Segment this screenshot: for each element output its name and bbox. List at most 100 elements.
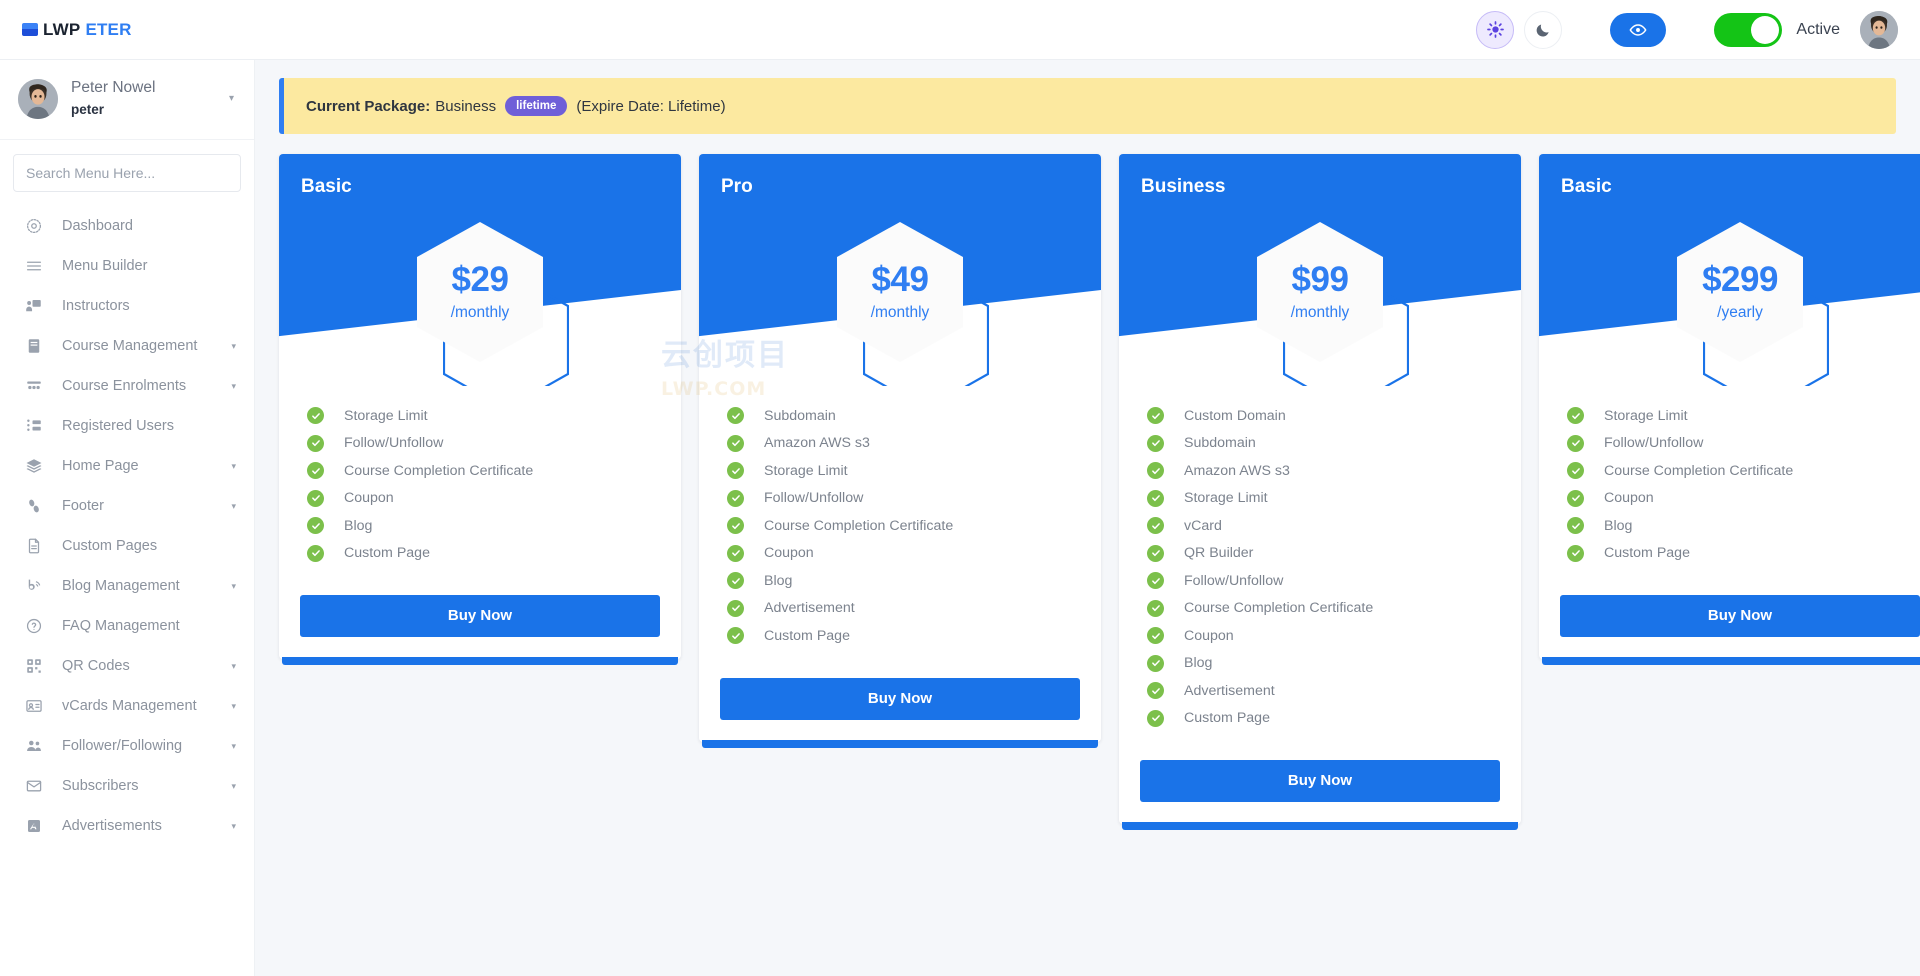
feature-item: Custom Page <box>279 540 681 568</box>
feature-label: Custom Page <box>764 627 850 644</box>
pricing-card-header: Basic $299/yearly <box>1539 154 1920 386</box>
feature-list: Subdomain Amazon AWS s3 Storage Limit Follo… <box>699 386 1101 656</box>
check-circle-icon <box>307 462 324 480</box>
sidebar-item-instructors[interactable]: Instructors <box>0 286 254 326</box>
sidebar-item-advertisements[interactable]: Advertisements ▾ <box>0 806 254 846</box>
check-circle-icon <box>307 517 324 535</box>
profile-name: Peter Nowel <box>71 79 156 96</box>
feature-item: QR Builder <box>1119 540 1521 568</box>
check-circle-icon <box>1147 462 1164 480</box>
price-hexagon-wrapper: $29/monthly <box>279 222 681 386</box>
feature-item: Custom Page <box>1119 705 1521 733</box>
feature-label: Custom Domain <box>1184 407 1286 424</box>
chevron-down-icon[interactable]: ▾ <box>231 341 236 352</box>
sidebar-item-label: vCards Management <box>62 698 197 715</box>
buy-now-button[interactable]: Buy Now <box>720 677 1080 720</box>
sidebar: Peter Nowel peter ▾ Dashboard Menu Builde… <box>0 60 255 976</box>
feature-item: Follow/Unfollow <box>1119 567 1521 595</box>
check-circle-icon <box>1147 599 1164 617</box>
feature-list: Custom Domain Subdomain Amazon AWS s3 Stora… <box>1119 386 1521 738</box>
sidebar-item-label: Course Management <box>62 338 198 355</box>
plan-price: $49 <box>871 260 929 299</box>
sidebar-item-qr-codes[interactable]: QR Codes ▾ <box>0 646 254 686</box>
feature-label: Amazon AWS s3 <box>764 435 870 452</box>
feature-label: QR Builder <box>1184 545 1254 562</box>
price-hexagon-wrapper: $99/monthly <box>1119 222 1521 386</box>
alert-package-name: Business <box>435 97 497 115</box>
main-content: Current Package: Business lifetime (Expi… <box>255 60 1920 976</box>
alert-expire: (Expire Date: Lifetime) <box>576 97 726 115</box>
sidebar-item-home-page[interactable]: Home Page ▾ <box>0 446 254 486</box>
check-circle-icon <box>1567 434 1584 452</box>
chevron-down-icon[interactable]: ▾ <box>229 93 234 104</box>
plan-period: /monthly <box>870 304 930 321</box>
check-circle-icon <box>1147 407 1164 425</box>
preview-eye-icon[interactable] <box>1610 12 1667 47</box>
plan-price: $29 <box>451 260 509 299</box>
sidebar-item-registered-users[interactable]: Registered Users <box>0 406 254 446</box>
ad-icon <box>22 816 46 836</box>
pricing-card-header: Business $99/monthly <box>1119 154 1521 386</box>
feature-label: Storage Limit <box>1184 490 1268 507</box>
plan-name: Business <box>1141 176 1226 197</box>
chevron-down-icon[interactable]: ▾ <box>231 501 236 512</box>
sidebar-item-vcards-management[interactable]: vCards Management ▾ <box>0 686 254 726</box>
check-circle-icon <box>727 627 744 645</box>
feature-item: Coupon <box>1539 485 1920 513</box>
feature-label: Subdomain <box>1184 435 1256 452</box>
sidebar-item-label: Footer <box>62 498 104 515</box>
chevron-down-icon[interactable]: ▾ <box>231 781 236 792</box>
sidebar-item-course-management[interactable]: Course Management ▾ <box>0 326 254 366</box>
sidebar-item-dashboard[interactable]: Dashboard <box>0 206 254 246</box>
sidebar-item-custom-pages[interactable]: Custom Pages <box>0 526 254 566</box>
chevron-down-icon[interactable]: ▾ <box>231 381 236 392</box>
feature-item: Subdomain <box>1119 430 1521 458</box>
card-bottom-accent <box>702 739 1098 748</box>
check-circle-icon <box>727 572 744 590</box>
sidebar-item-menu-builder[interactable]: Menu Builder <box>0 246 254 286</box>
chevron-down-icon[interactable]: ▾ <box>231 581 236 592</box>
check-circle-icon <box>1147 434 1164 452</box>
status-label: Active <box>1796 20 1840 38</box>
chevron-down-icon[interactable]: ▾ <box>231 741 236 752</box>
pricing-card-header: Pro $49/monthly <box>699 154 1101 386</box>
sidebar-item-label: Home Page <box>62 458 139 475</box>
sidebar-item-label: QR Codes <box>62 658 130 675</box>
people-icon <box>22 736 46 756</box>
theme-switcher <box>1476 10 1563 49</box>
sidebar-item-follower-following[interactable]: Follower/Following ▾ <box>0 726 254 766</box>
pricing-card: Pro $49/monthly Subdomain Amazon AWS s3 Stor… <box>699 154 1101 748</box>
buy-now-button[interactable]: Buy Now <box>1560 595 1920 637</box>
check-circle-icon <box>1147 627 1164 645</box>
card-bottom-accent <box>1122 822 1518 830</box>
feature-item: Amazon AWS s3 <box>1119 457 1521 485</box>
sidebar-item-course-enrolments[interactable]: Course Enrolments ▾ <box>0 366 254 406</box>
sun-icon[interactable] <box>1476 10 1515 49</box>
user-avatar[interactable] <box>1860 10 1898 49</box>
sidebar-profile[interactable]: Peter Nowel peter ▾ <box>0 60 254 141</box>
moon-icon[interactable] <box>1524 10 1563 49</box>
status-toggle[interactable] <box>1714 12 1783 47</box>
search-input[interactable] <box>13 154 241 193</box>
app-logo[interactable]: LWP ETER <box>22 20 132 40</box>
buy-now-button[interactable]: Buy Now <box>300 595 660 637</box>
chevron-down-icon[interactable]: ▾ <box>231 461 236 472</box>
sidebar-item-faq-management[interactable]: FAQ Management <box>0 606 254 646</box>
feature-label: Blog <box>1604 517 1633 534</box>
blog-icon <box>22 576 46 596</box>
sidebar-item-subscribers[interactable]: Subscribers ▾ <box>0 766 254 806</box>
sidebar-item-footer[interactable]: Footer ▾ <box>0 486 254 526</box>
plan-price: $99 <box>1291 260 1349 299</box>
feature-label: Blog <box>1184 655 1213 672</box>
profile-username: peter <box>71 101 105 117</box>
feature-item: Coupon <box>1119 622 1521 650</box>
sidebar-item-label: Subscribers <box>62 778 139 795</box>
chevron-down-icon[interactable]: ▾ <box>231 821 236 832</box>
chevron-down-icon[interactable]: ▾ <box>231 661 236 672</box>
chevron-down-icon[interactable]: ▾ <box>231 701 236 712</box>
feature-label: Coupon <box>764 545 814 562</box>
sidebar-item-blog-management[interactable]: Blog Management ▾ <box>0 566 254 606</box>
feature-item: Course Completion Certificate <box>279 457 681 485</box>
book-icon <box>22 336 46 356</box>
buy-now-button[interactable]: Buy Now <box>1140 760 1500 802</box>
